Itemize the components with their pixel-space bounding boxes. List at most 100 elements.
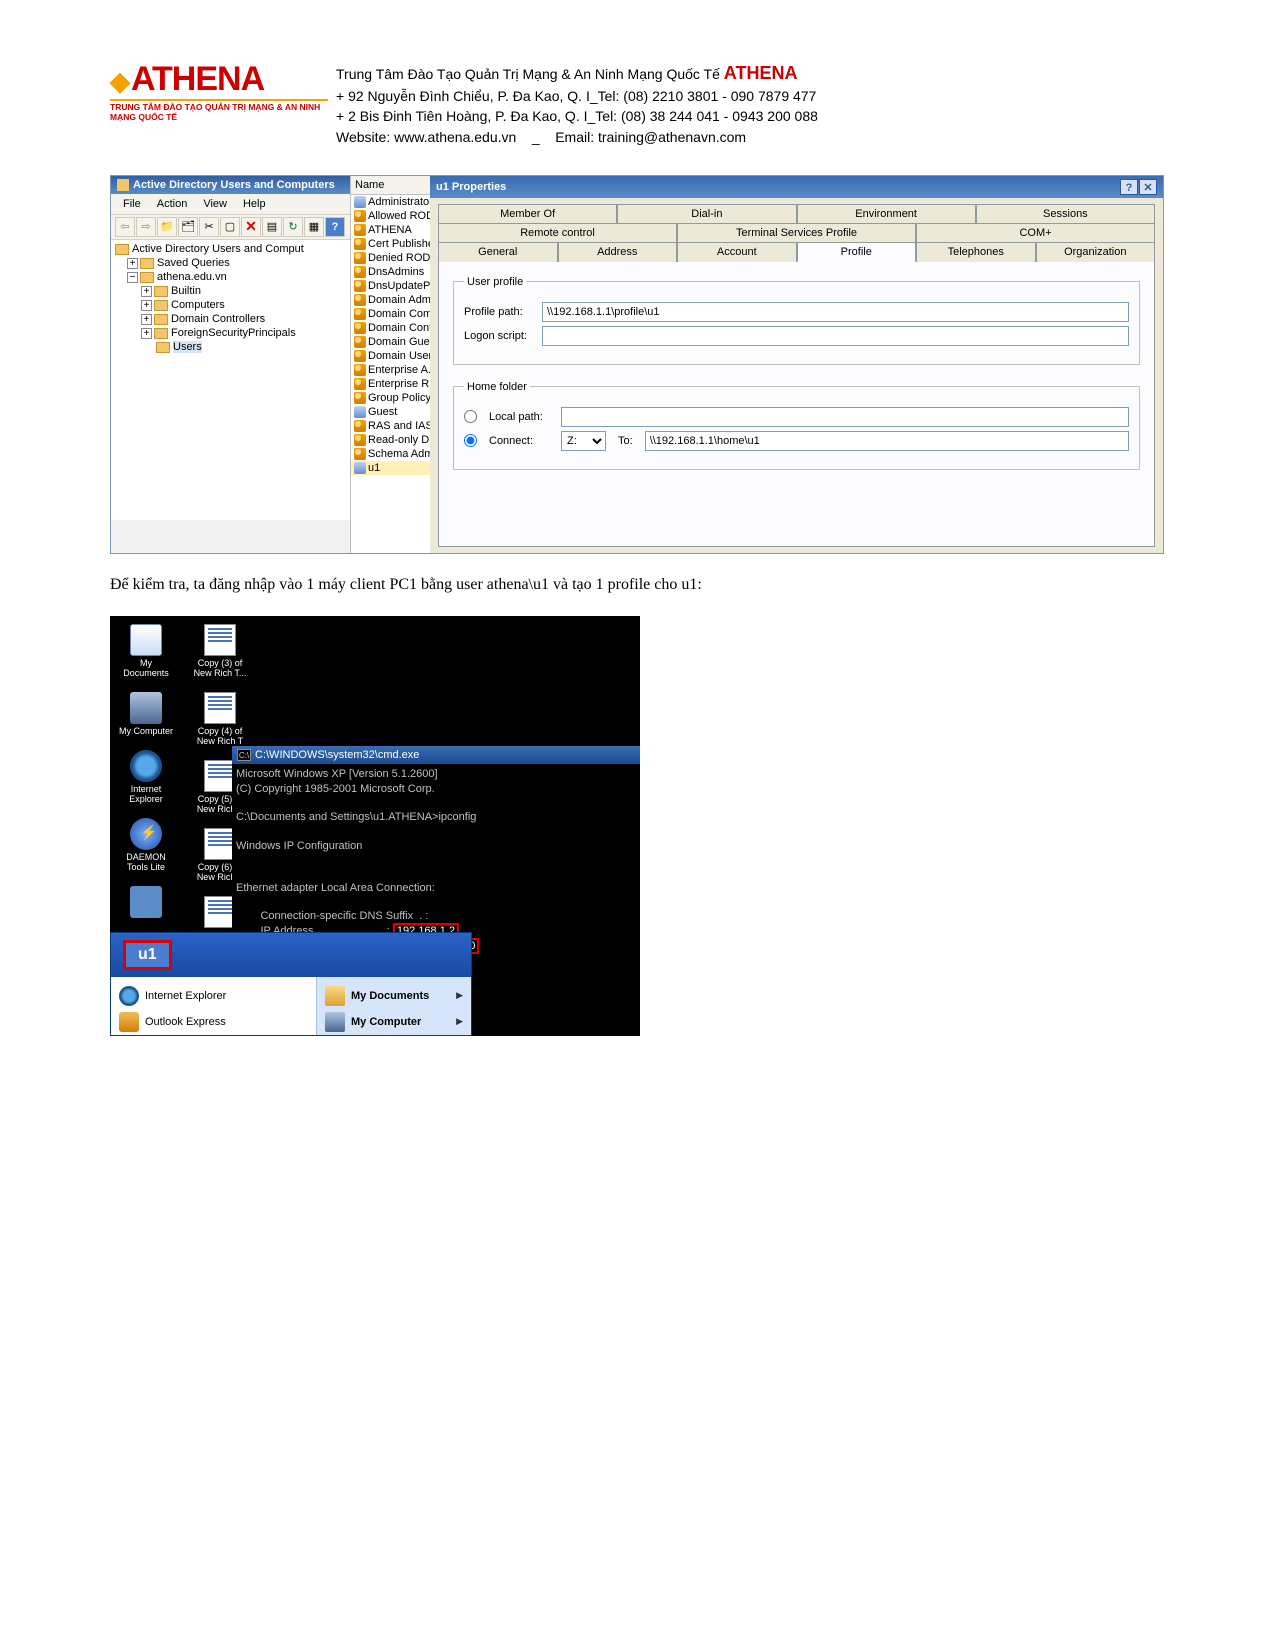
start-item[interactable]: My Computer▶ xyxy=(325,1009,463,1035)
user-badge: u1 xyxy=(123,940,172,970)
to-label: To: xyxy=(618,435,633,447)
menu-view[interactable]: View xyxy=(195,196,235,212)
tab-terminal-services-profile[interactable]: Terminal Services Profile xyxy=(677,223,916,242)
aduc-window: Active Directory Users and Computers Fil… xyxy=(111,176,350,553)
tree-node[interactable]: +Computers xyxy=(113,298,348,312)
menu-file[interactable]: File xyxy=(115,196,149,212)
connect-radio[interactable] xyxy=(464,434,477,447)
list-item[interactable]: RAS and IAS xyxy=(351,419,430,433)
profile-path-input[interactable] xyxy=(542,302,1129,322)
tab-profile[interactable]: Profile xyxy=(797,242,917,262)
desktop-icon[interactable]: Copy (4) of New Rich T xyxy=(190,692,250,746)
desktop-icon[interactable]: My Documents xyxy=(116,624,176,678)
logon-script-label: Logon script: xyxy=(464,330,536,342)
list-header-name[interactable]: Name xyxy=(351,176,430,195)
help-button[interactable]: ? xyxy=(1120,179,1138,195)
properties-button[interactable]: ▤ xyxy=(262,217,282,237)
list-item[interactable]: Domain Users xyxy=(351,349,430,363)
screenshot-aduc: Active Directory Users and Computers Fil… xyxy=(110,175,1164,554)
tree-node[interactable]: +Builtin xyxy=(113,284,348,298)
header-address1: + 92 Nguyễn Đình Chiểu, P. Đa Kao, Q. I_… xyxy=(336,86,818,106)
connect-label: Connect: xyxy=(489,435,555,447)
list-item[interactable]: Guest xyxy=(351,405,430,419)
list-item[interactable]: DnsUpdatePr.. xyxy=(351,279,430,293)
local-path-radio[interactable] xyxy=(464,410,477,423)
list-item[interactable]: Group Policy .. xyxy=(351,391,430,405)
tree-node[interactable]: Users xyxy=(113,340,348,354)
properties-titlebar[interactable]: u1 Properties ?✕ xyxy=(430,176,1163,198)
list-item[interactable]: Administrator xyxy=(351,195,430,209)
properties-title: u1 Properties xyxy=(436,181,506,193)
cmd-icon: C:\ xyxy=(237,749,251,761)
menu-action[interactable]: Action xyxy=(149,196,196,212)
list-item[interactable]: Domain Guest xyxy=(351,335,430,349)
tab-dial-in[interactable]: Dial-in xyxy=(617,204,796,223)
desktop-icon[interactable]: Internet Explorer xyxy=(116,750,176,804)
users-list-panel: Name AdministratorAllowed ROD..ATHENACer… xyxy=(350,176,430,553)
tab-sessions[interactable]: Sessions xyxy=(976,204,1155,223)
list-item[interactable]: Enterprise A.. xyxy=(351,363,430,377)
home-folder-legend: Home folder xyxy=(464,381,530,393)
screenshot-desktop: My Documents My Computer Internet Explorer… xyxy=(110,616,640,1036)
tree-node[interactable]: +Domain Controllers xyxy=(113,312,348,326)
header-brand: ATHENA xyxy=(724,63,798,83)
toolbar-btn[interactable]: ▦ xyxy=(304,217,324,237)
tab-address[interactable]: Address xyxy=(558,242,678,262)
desktop-icons-col1: My Documents My Computer Internet Explorer… xyxy=(116,624,176,920)
list-item[interactable]: Cert Publisher xyxy=(351,237,430,251)
cmd-titlebar[interactable]: C:\C:\WINDOWS\system32\cmd.exe xyxy=(232,746,640,764)
list-item[interactable]: Schema Admin xyxy=(351,447,430,461)
list-item[interactable]: Domain Cont.. xyxy=(351,321,430,335)
connect-path-input[interactable] xyxy=(645,431,1129,451)
tab-remote-control[interactable]: Remote control xyxy=(438,223,677,242)
properties-dialog: u1 Properties ?✕ Member OfDial-inEnviron… xyxy=(430,176,1163,553)
start-item[interactable]: My Documents▶ xyxy=(325,983,463,1009)
tree-root[interactable]: Active Directory Users and Comput xyxy=(113,242,348,256)
list-item[interactable]: Domain Com.. xyxy=(351,307,430,321)
list-item[interactable]: Domain Admin xyxy=(351,293,430,307)
header-website: Website: www.athena.edu.vn xyxy=(336,129,516,145)
tab-account[interactable]: Account xyxy=(677,242,797,262)
desktop-icon[interactable]: My Computer xyxy=(116,692,176,736)
list-item[interactable]: u1 xyxy=(351,461,430,475)
users-list[interactable]: AdministratorAllowed ROD..ATHENACert Pub… xyxy=(351,195,430,475)
toolbar-btn[interactable]: ▢ xyxy=(220,217,240,237)
drive-select[interactable]: Z: xyxy=(561,431,606,451)
list-item[interactable]: Denied ROD.. xyxy=(351,251,430,265)
tab-environment[interactable]: Environment xyxy=(797,204,976,223)
aduc-titlebar[interactable]: Active Directory Users and Computers xyxy=(111,176,350,194)
tab-telephones[interactable]: Telephones xyxy=(916,242,1036,262)
start-item[interactable]: Outlook Express xyxy=(119,1009,308,1035)
back-button[interactable]: ⇦ xyxy=(115,217,135,237)
tab-com+[interactable]: COM+ xyxy=(916,223,1155,242)
close-button[interactable]: ✕ xyxy=(1139,179,1157,195)
desktop-icon[interactable] xyxy=(116,886,176,920)
tree-node[interactable]: −athena.edu.vn xyxy=(113,270,348,284)
profile-path-label: Profile path: xyxy=(464,306,536,318)
desktop-icon[interactable]: Copy (3) of New Rich T... xyxy=(190,624,250,678)
toolbar-btn[interactable]: 🗂 xyxy=(178,217,198,237)
refresh-button[interactable]: ↻ xyxy=(283,217,303,237)
list-item[interactable]: Enterprise R.. xyxy=(351,377,430,391)
tree-panel[interactable]: Active Directory Users and Comput +Saved… xyxy=(111,240,350,520)
logon-script-input[interactable] xyxy=(542,326,1129,346)
tab-organization[interactable]: Organization xyxy=(1036,242,1156,262)
local-path-input[interactable] xyxy=(561,407,1129,427)
toolbar-btn[interactable]: 📁 xyxy=(157,217,177,237)
cut-button[interactable]: ✂ xyxy=(199,217,219,237)
list-item[interactable]: Read-only D.. xyxy=(351,433,430,447)
menu-help[interactable]: Help xyxy=(235,196,274,212)
forward-button[interactable]: ⇨ xyxy=(136,217,156,237)
desktop-icon[interactable]: DAEMON Tools Lite xyxy=(116,818,176,872)
tab-general[interactable]: General xyxy=(438,242,558,262)
delete-button[interactable]: ✕ xyxy=(241,217,261,237)
list-item[interactable]: ATHENA xyxy=(351,223,430,237)
tree-node[interactable]: +ForeignSecurityPrincipals xyxy=(113,326,348,340)
start-item[interactable]: Internet Explorer xyxy=(119,983,308,1009)
list-item[interactable]: Allowed ROD.. xyxy=(351,209,430,223)
tab-member-of[interactable]: Member Of xyxy=(438,204,617,223)
list-item[interactable]: DnsAdmins xyxy=(351,265,430,279)
document-header: ◆ATHENA TRUNG TÂM ĐÀO TẠO QUẢN TRỊ MẠNG … xyxy=(110,60,1164,147)
tree-node[interactable]: +Saved Queries xyxy=(113,256,348,270)
help-button[interactable]: ? xyxy=(325,217,345,237)
